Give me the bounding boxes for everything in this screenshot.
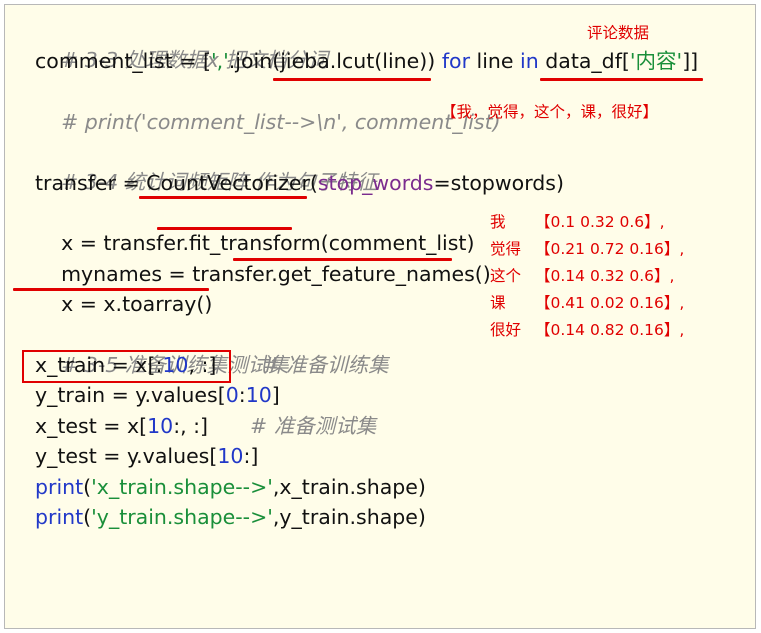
number-literal: 10 (245, 383, 272, 407)
code-text: ,y_train.shape) (272, 505, 426, 529)
code-line-13: y_test = y.values[10:] (35, 441, 258, 471)
code-text: :, :] (173, 414, 209, 438)
underline-countvectorizer (139, 196, 307, 199)
matrix-vector: 【0.21 0.72 0.16】, (535, 240, 685, 258)
code-text: x = x.toarray() (61, 292, 213, 316)
code-text: y_test = y.values[ (35, 444, 218, 468)
code-text: :] (243, 444, 259, 468)
code-line-11: y_train = y.values[0:10] (35, 380, 280, 410)
code-text: =stopwords) (433, 171, 564, 195)
annotation-tokens: 【我，觉得，这个，课，很好】 (441, 103, 659, 121)
code-text: x_test = x[ (35, 414, 148, 438)
matrix-word: 很好 (490, 321, 522, 339)
comment-train-set: # 准备训练集 (262, 353, 389, 377)
code-line-14: print('x_train.shape-->',x_train.shape) (35, 472, 426, 502)
matrix-word: 我 (490, 213, 506, 231)
code-text: data_df[ (538, 49, 630, 73)
keyword: for (441, 49, 470, 73)
code-text: y_train = y.values[ (35, 383, 226, 407)
builtin-print: print (35, 475, 84, 499)
code-text: ( (83, 505, 92, 529)
code-text: transfer = CountVectorizer( (35, 171, 318, 195)
highlight-box-x-train (22, 350, 231, 383)
string-literal: 'x_train.shape-->' (91, 475, 273, 499)
code-text: ]] (682, 49, 699, 73)
code-text: .join(jieba.lcut(line)) (228, 49, 442, 73)
code-line-12: x_test = x[10:, :] # 准备测试集 (35, 411, 376, 441)
keyword: in (520, 49, 539, 73)
matrix-word: 课 (490, 294, 506, 312)
code-text: : (238, 383, 246, 407)
underline-toarray (13, 288, 209, 291)
number-literal: 10 (147, 414, 174, 438)
underline-data-df (540, 78, 703, 81)
code-line-15: print('y_train.shape-->',y_train.shape) (35, 502, 426, 532)
number-literal: 10 (217, 444, 244, 468)
parameter-name: stop_words (317, 171, 434, 195)
string-literal: 'y_train.shape-->' (91, 505, 273, 529)
underline-get-feature-names (233, 258, 452, 261)
code-text: ,x_train.shape) (272, 475, 426, 499)
string-literal: '内容' (629, 49, 683, 73)
underline-fit-transform (157, 227, 292, 230)
matrix-vector: 【0.14 0.82 0.16】, (535, 321, 685, 339)
code-text: ] (271, 383, 280, 407)
matrix-word: 觉得 (490, 240, 522, 258)
matrix-word: 这个 (490, 267, 522, 285)
matrix-vector: 【0.14 0.32 0.6】, (535, 267, 675, 285)
number-literal: 0 (225, 383, 239, 407)
code-line-5: transfer = CountVectorizer(stop_words=st… (35, 168, 564, 198)
code-text: line (470, 49, 521, 73)
annotation-comment-data: 评论数据 (587, 24, 650, 42)
code-slide-panel: # 3-3 处理数据x 把文档分词 comment_list = [','.jo… (4, 4, 756, 629)
string-literal: ',' (210, 49, 229, 73)
matrix-vector: 【0.41 0.02 0.16】, (535, 294, 685, 312)
builtin-print: print (35, 505, 84, 529)
matrix-vector: 【0.1 0.32 0.6】, (535, 213, 665, 231)
comment-test-set: # 准备测试集 (250, 414, 377, 438)
code-line-2: comment_list = [','.join(jieba.lcut(line… (35, 46, 698, 76)
underline-jieba-lcut (273, 78, 431, 81)
comment-print: # print('comment_list-->\n', comment_lis… (61, 110, 501, 134)
code-text: comment_list = [ (35, 49, 211, 73)
code-text: ( (83, 475, 92, 499)
